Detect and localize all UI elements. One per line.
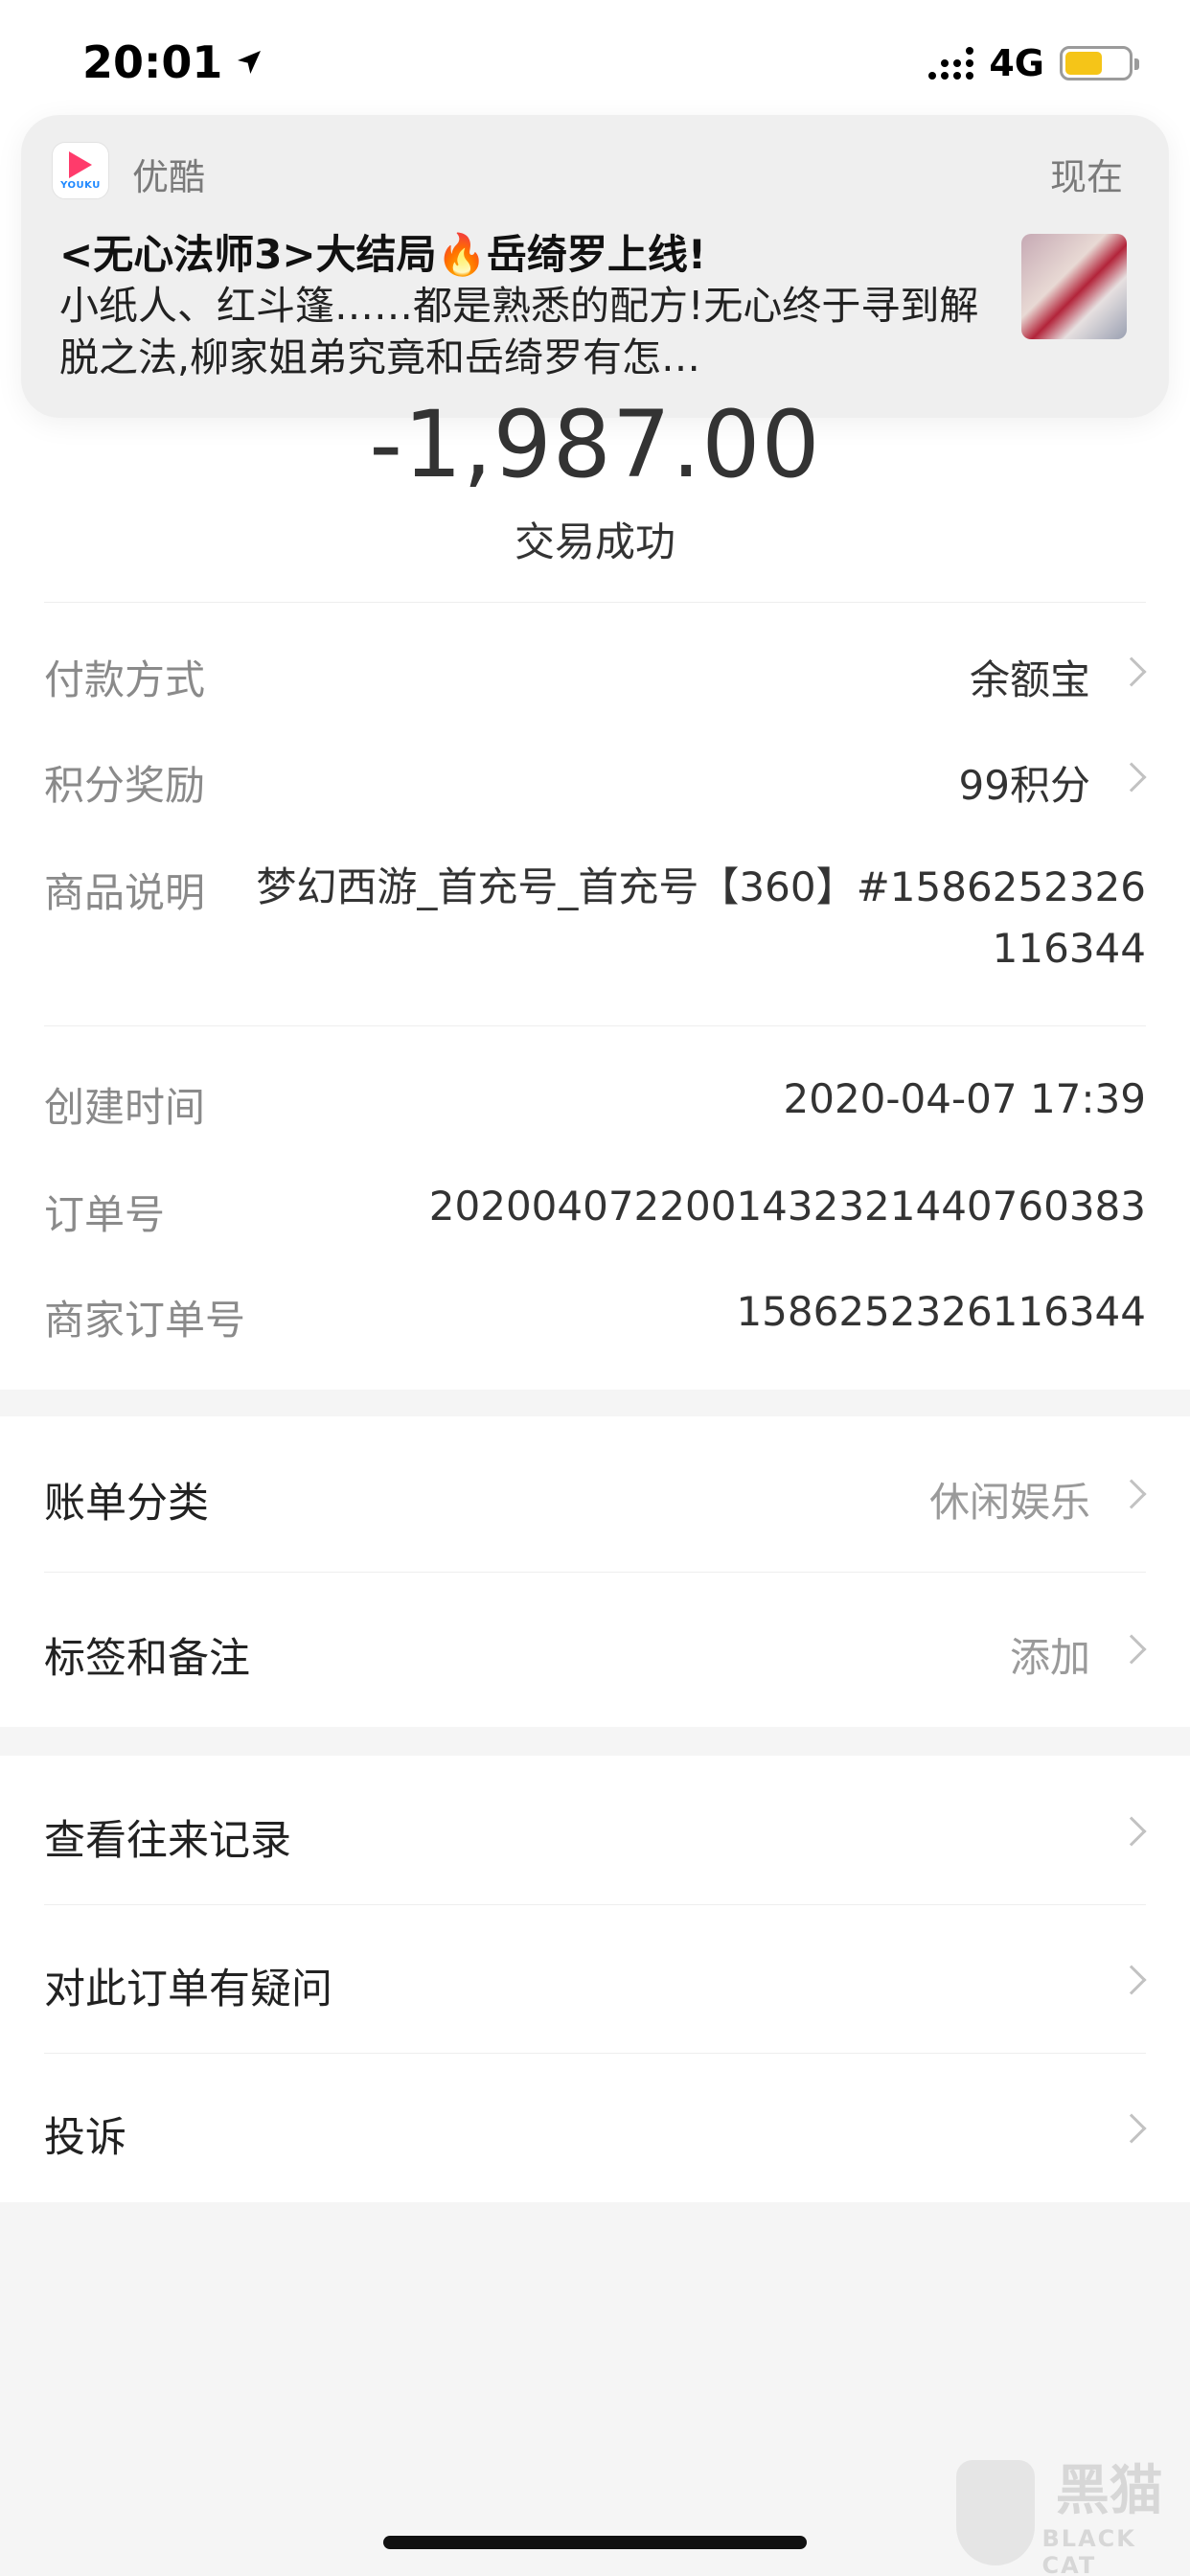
chevron-right-icon[interactable]	[1116, 1965, 1147, 1995]
cellular-signal-icon	[928, 47, 974, 80]
network-type: 4G	[989, 42, 1044, 84]
category-value: 休闲娱乐	[928, 1479, 1090, 1526]
chevron-right-icon[interactable]	[1116, 1634, 1147, 1665]
status-indicators: 4G	[928, 42, 1139, 84]
battery-icon	[1060, 46, 1139, 80]
merchant-order-label: 商家订单号	[44, 1297, 246, 1344]
transaction-status: 交易成功	[514, 518, 675, 565]
order-number-label: 订单号	[44, 1191, 166, 1238]
divider	[44, 602, 1146, 603]
watermark-cn: 黑猫	[1055, 2459, 1163, 2522]
complaint-row[interactable]: 投诉	[0, 2053, 1190, 2202]
watermark-en: BLACK CAT	[1041, 2524, 1136, 2576]
payment-method-value[interactable]: 余额宝	[970, 648, 1090, 706]
payment-method-label: 付款方式	[44, 656, 206, 703]
created-time-value: 2020-04-07 17:39	[783, 1075, 1146, 1122]
notification-thumbnail	[1021, 234, 1127, 339]
cat-shield-icon	[956, 2460, 1035, 2565]
blackcat-watermark: 黑猫 BLACK CAT	[956, 2455, 1177, 2576]
chevron-right-icon[interactable]	[1116, 1479, 1147, 1509]
view-history-row[interactable]: 查看往来记录	[0, 1756, 1190, 1904]
tags-value: 添加	[1009, 1634, 1090, 1681]
category-row[interactable]: 账单分类 休闲娱乐	[0, 1416, 1190, 1572]
chevron-right-icon[interactable]	[1116, 1816, 1147, 1847]
points-label: 积分奖励	[44, 762, 206, 809]
youku-app-icon: YOUKU	[52, 142, 109, 199]
notification-time: 现在	[1049, 156, 1123, 198]
created-time-label: 创建时间	[44, 1084, 206, 1131]
category-label: 账单分类	[44, 1480, 209, 1528]
category-section: 账单分类 休闲娱乐 标签和备注 添加	[0, 1416, 1190, 1727]
status-time-text: 20:01	[82, 36, 223, 88]
actions-section: 查看往来记录 对此订单有疑问 投诉	[0, 1756, 1190, 2202]
order-question-row[interactable]: 对此订单有疑问	[0, 1904, 1190, 2053]
divider	[44, 1025, 1146, 1026]
points-value[interactable]: 99积分	[959, 753, 1090, 812]
complaint-label: 投诉	[44, 2114, 126, 2162]
location-arrow-icon	[238, 51, 262, 74]
home-indicator[interactable]	[383, 2536, 807, 2549]
description-label: 商品说明	[44, 869, 206, 916]
notification-body: 小纸人、红斗篷……都是熟悉的配方!无心终于寻到解脱之法,柳家姐弟究竟和岳绮罗有怎…	[59, 283, 979, 380]
order-question-label: 对此订单有疑问	[44, 1966, 332, 2013]
tags-row[interactable]: 标签和备注 添加	[0, 1572, 1190, 1727]
chevron-right-icon[interactable]	[1116, 2113, 1147, 2144]
tags-label: 标签和备注	[44, 1635, 250, 1683]
description-value: 梦幻西游_首充号_首充号【360】#1586252326116344	[256, 863, 1146, 972]
push-notification[interactable]: YOUKU 优酷 现在 <无心法师3>大结局🔥岳绮罗上线! 小纸人、红斗篷……都…	[21, 115, 1169, 418]
notification-title: <无心法师3>大结局🔥岳绮罗上线!	[59, 231, 707, 278]
transaction-amount: -1,987.00	[369, 391, 821, 498]
merchant-order-value: 1586252326116344	[736, 1288, 1146, 1335]
status-time: 20:01	[82, 36, 264, 88]
notification-app-name: 优酷	[132, 156, 206, 198]
view-history-label: 查看往来记录	[44, 1817, 291, 1865]
order-number-value: 2020040722001432321440760383	[428, 1183, 1146, 1230]
